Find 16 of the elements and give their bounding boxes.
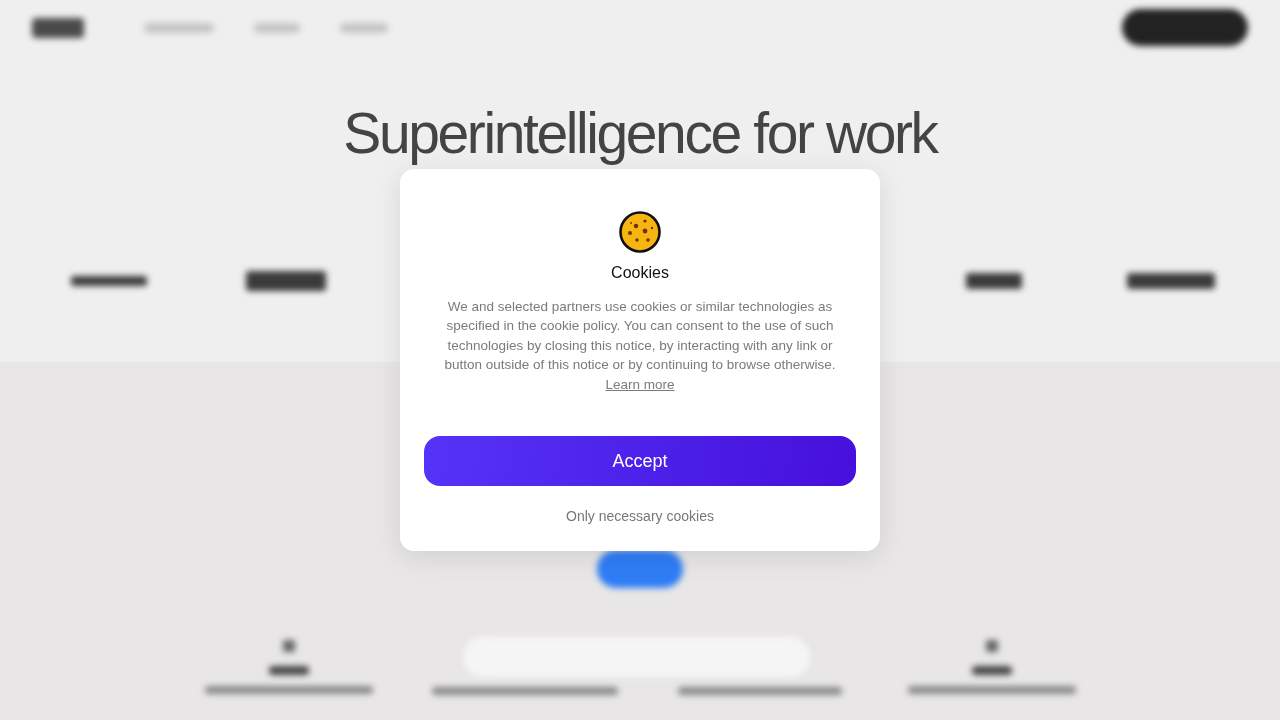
blurred-icon: [985, 640, 998, 652]
headline: Superintelligence for work: [343, 101, 937, 165]
blurred-text: [144, 22, 214, 33]
blurred-logo: [32, 17, 84, 38]
learn-more-link[interactable]: Learn more: [605, 374, 675, 395]
accept-button[interactable]: Accept: [424, 436, 856, 487]
cookie-icon: [619, 210, 661, 253]
blurred-logo: [966, 273, 1023, 289]
blurred-text: [268, 666, 309, 675]
dialog-title: Cookies: [611, 262, 669, 283]
necessary-cookies-button[interactable]: Only necessary cookies: [566, 506, 714, 527]
cookie-notice-text: We and selected partners use cookies or similar technologies as specified in the cookie policy. You can consent to the use of such technologies by closing this notice, by interacting with any link or button outside of this notice or by continuing to browse otherwise.: [443, 297, 837, 375]
blurred-icon: [282, 640, 295, 652]
blurred-text: [971, 666, 1012, 675]
blurred-text: [340, 22, 388, 33]
blurred-text: [254, 22, 300, 33]
